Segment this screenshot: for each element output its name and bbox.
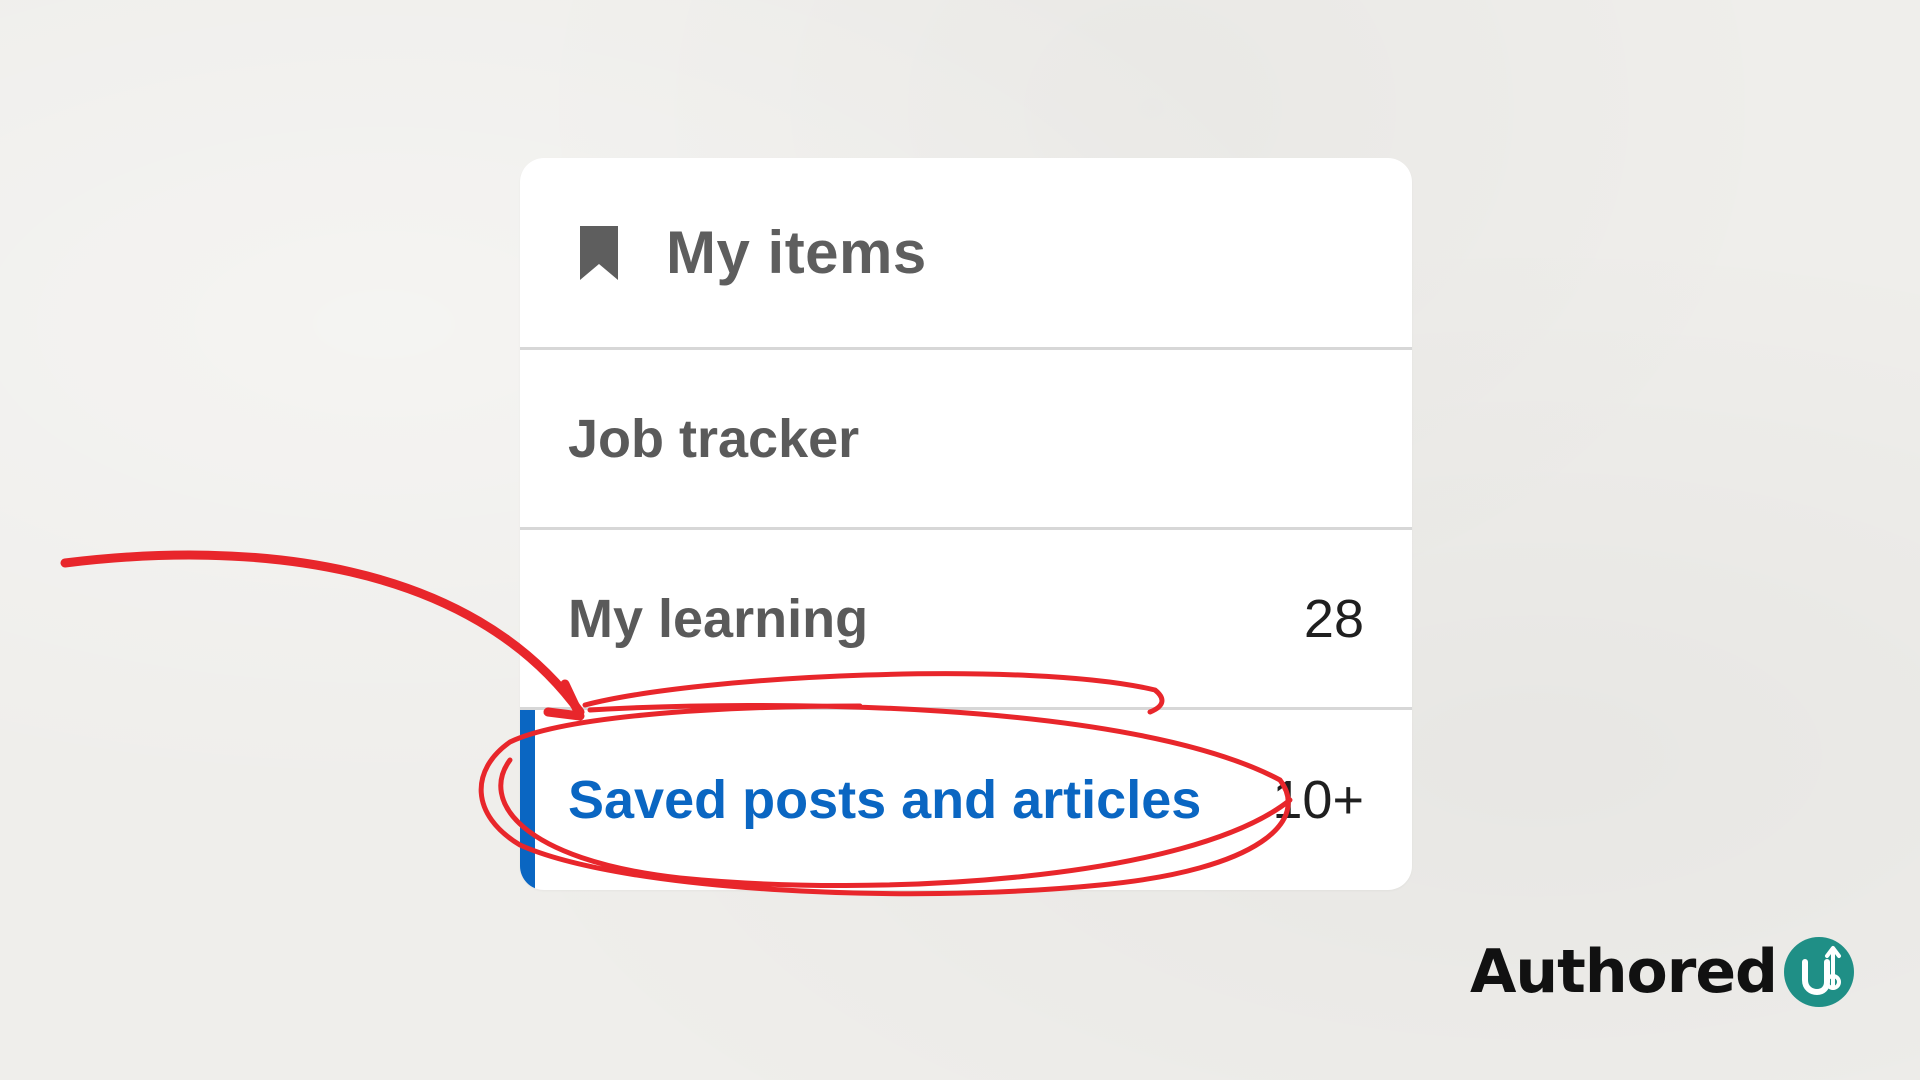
- list-item-my-learning[interactable]: My learning 28: [520, 530, 1412, 710]
- list-item-label: Saved posts and articles: [568, 770, 1202, 830]
- authoredup-logo: Authored: [1470, 936, 1855, 1008]
- up-badge-icon: [1784, 937, 1854, 1007]
- my-items-panel: My items Job tracker My learning 28 Save…: [520, 158, 1412, 890]
- list-item-saved-posts-and-articles[interactable]: Saved posts and articles 10+: [520, 710, 1412, 890]
- list-item-count: 28: [1303, 588, 1364, 649]
- brand-name: Authored: [1470, 937, 1778, 1007]
- list-item-job-tracker[interactable]: Job tracker: [520, 350, 1412, 530]
- list-item-label: My learning: [568, 588, 869, 649]
- list-item-count: 10+: [1272, 770, 1364, 830]
- red-arrow-icon: [60, 550, 585, 717]
- list-item-label: Job tracker: [568, 408, 860, 469]
- bookmark-icon: [580, 225, 618, 280]
- active-indicator: [520, 710, 535, 890]
- my-items-header: My items: [520, 158, 1412, 350]
- page-title: My items: [666, 219, 927, 286]
